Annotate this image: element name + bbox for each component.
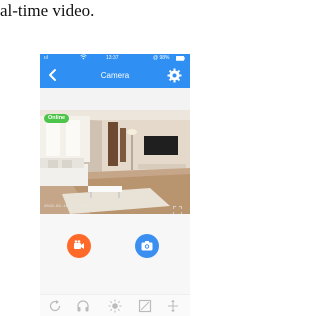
nav-bar: Camera: [40, 63, 190, 88]
mirror-button[interactable]: [166, 299, 180, 313]
status-time: 13:37: [106, 55, 119, 61]
brightness-button[interactable]: [108, 299, 122, 313]
online-status-badge: Online: [44, 114, 70, 123]
gear-icon: [167, 68, 182, 83]
control-panel: [40, 214, 190, 294]
battery-text: @ 98%: [153, 55, 170, 61]
video-camera-icon: [74, 240, 84, 249]
camera-icon: [141, 241, 153, 251]
chevron-left-icon: [49, 69, 56, 81]
back-button[interactable]: [46, 68, 60, 82]
fullscreen-button[interactable]: [173, 202, 182, 214]
video-top-spacer: [40, 88, 190, 110]
living-room-image: [40, 110, 190, 214]
page-title: Camera: [100, 71, 130, 80]
status-bar: ııl 13:37 @ 98%: [40, 54, 190, 63]
record-button[interactable]: [67, 234, 91, 258]
phone-screen: ııl 13:37 @ 98% Camera Online 2018-02-16…: [40, 54, 190, 316]
contrast-button[interactable]: [138, 299, 152, 313]
signal-indicator: ııl: [44, 55, 48, 61]
mirror-icon: [168, 300, 178, 312]
rotate-button[interactable]: [48, 299, 62, 313]
headphones-icon: [77, 300, 89, 312]
snapshot-button[interactable]: [135, 234, 159, 258]
audio-button[interactable]: [76, 299, 90, 313]
live-video-view[interactable]: Online 2018-02-16 16:58:03: [40, 110, 190, 214]
settings-button[interactable]: [167, 68, 182, 83]
brightness-icon: [108, 299, 122, 313]
rotate-icon: [49, 300, 61, 312]
contrast-icon: [138, 299, 152, 313]
video-timestamp: 2018-02-16 16:58:03: [44, 205, 90, 209]
caption-text: al-time video.: [0, 2, 95, 20]
expand-icon: [173, 206, 182, 214]
bottom-toolbar: [40, 294, 190, 316]
